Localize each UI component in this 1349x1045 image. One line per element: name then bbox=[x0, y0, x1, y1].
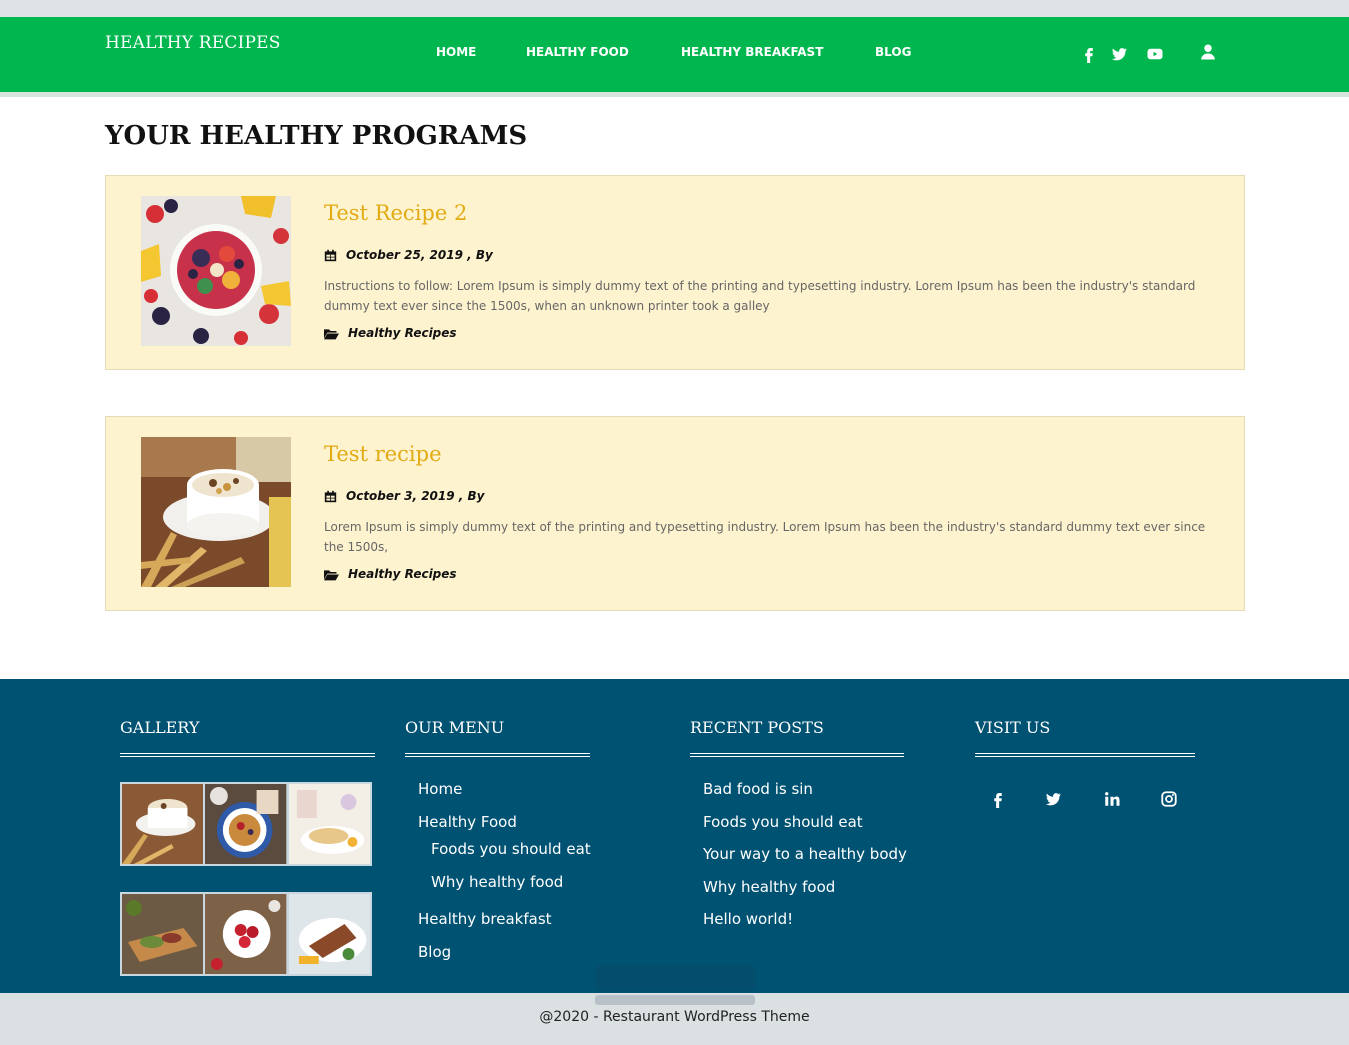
gallery-thumb-tart[interactable] bbox=[288, 784, 370, 864]
footer-menu-blog[interactable]: Blog bbox=[418, 943, 451, 961]
post-category[interactable]: Healthy Recipes bbox=[324, 567, 457, 581]
post-category-text[interactable]: Healthy Recipes bbox=[348, 567, 457, 581]
post-date: October 3, 2019 , By bbox=[324, 489, 485, 503]
twitter-icon[interactable] bbox=[1044, 790, 1062, 808]
footer-menu-foods-you-should-eat[interactable]: Foods you should eat bbox=[431, 840, 591, 858]
visit-us-heading-rule bbox=[975, 753, 1195, 757]
folder-open-icon bbox=[324, 327, 339, 340]
top-strip bbox=[0, 0, 1349, 17]
linkedin-icon[interactable] bbox=[1103, 790, 1121, 808]
facebook-icon[interactable] bbox=[1080, 45, 1098, 63]
fruit-bowl-image[interactable] bbox=[141, 196, 291, 346]
gallery-thumb-waffle[interactable] bbox=[205, 784, 287, 864]
gallery-heading: GALLERY bbox=[120, 718, 200, 737]
twitter-icon[interactable] bbox=[1110, 45, 1128, 63]
gallery-thumb-avocado-toast[interactable] bbox=[122, 894, 204, 974]
footer-menu-why-healthy-food[interactable]: Why healthy food bbox=[431, 873, 563, 891]
gallery-row bbox=[120, 892, 372, 976]
watermark-logo bbox=[590, 945, 760, 1015]
nav-home[interactable]: HOME bbox=[436, 45, 476, 59]
gallery-row bbox=[120, 782, 372, 866]
menu-heading-rule bbox=[405, 753, 590, 757]
copyright-text: @2020 - Restaurant WordPress Theme bbox=[539, 1009, 810, 1025]
recent-post-link[interactable]: Why healthy food bbox=[703, 878, 835, 896]
post-date-text: October 3, 2019 , By bbox=[346, 489, 485, 503]
post-title[interactable]: Test Recipe 2 bbox=[324, 201, 467, 225]
footer-menu-healthy-breakfast[interactable]: Healthy breakfast bbox=[418, 910, 552, 928]
user-icon[interactable] bbox=[1199, 43, 1217, 61]
calendar-icon bbox=[324, 249, 337, 262]
recent-posts-heading: RECENT POSTS bbox=[690, 718, 824, 737]
nav-healthy-breakfast[interactable]: HEALTHY BREAKFAST bbox=[681, 45, 823, 59]
gallery-heading-rule bbox=[120, 753, 375, 757]
post-category[interactable]: Healthy Recipes bbox=[324, 326, 457, 340]
gallery-thumb-grilled-meat[interactable] bbox=[288, 894, 370, 974]
recent-posts-heading-rule bbox=[690, 753, 904, 757]
site-brand[interactable]: HEALTHY RECIPES bbox=[105, 33, 281, 53]
instagram-icon[interactable] bbox=[1160, 790, 1178, 808]
recent-post-link[interactable]: Your way to a healthy body bbox=[703, 845, 907, 863]
footer-menu-home[interactable]: Home bbox=[418, 780, 462, 798]
post-card: Test Recipe 2 October 25, 2019 , By Inst… bbox=[105, 175, 1245, 370]
nav-blog[interactable]: BLOG bbox=[875, 45, 911, 59]
recent-post-link[interactable]: Foods you should eat bbox=[703, 813, 863, 831]
footer-menu-healthy-food[interactable]: Healthy Food bbox=[418, 813, 517, 831]
youtube-icon[interactable] bbox=[1145, 45, 1165, 63]
post-date-text: October 25, 2019 , By bbox=[346, 248, 493, 262]
gallery-thumb-raspberries[interactable] bbox=[205, 894, 287, 974]
gallery-thumb-cereal[interactable] bbox=[122, 784, 204, 864]
post-description: Lorem Ipsum is simply dummy text of the … bbox=[324, 520, 1206, 554]
menu-heading: OUR MENU bbox=[405, 718, 505, 737]
cereal-cup-image[interactable] bbox=[141, 437, 291, 587]
visit-us-heading: VISIT US bbox=[975, 718, 1051, 737]
page-title: YOUR HEALTHY PROGRAMS bbox=[105, 121, 528, 151]
calendar-icon bbox=[324, 490, 337, 503]
post-category-text[interactable]: Healthy Recipes bbox=[348, 326, 457, 340]
nav-healthy-food[interactable]: HEALTHY FOOD bbox=[526, 45, 629, 59]
post-description: Instructions to follow: Lorem Ipsum is s… bbox=[324, 279, 1196, 313]
post-title[interactable]: Test recipe bbox=[324, 442, 442, 466]
navbar-underline bbox=[0, 92, 1349, 97]
recent-post-link[interactable]: Hello world! bbox=[703, 910, 793, 928]
recent-post-link[interactable]: Bad food is sin bbox=[703, 780, 813, 798]
post-card: Test recipe October 3, 2019 , By Lorem I… bbox=[105, 416, 1245, 611]
folder-open-icon bbox=[324, 568, 339, 581]
facebook-icon[interactable] bbox=[989, 790, 1007, 808]
post-date: October 25, 2019 , By bbox=[324, 248, 493, 262]
